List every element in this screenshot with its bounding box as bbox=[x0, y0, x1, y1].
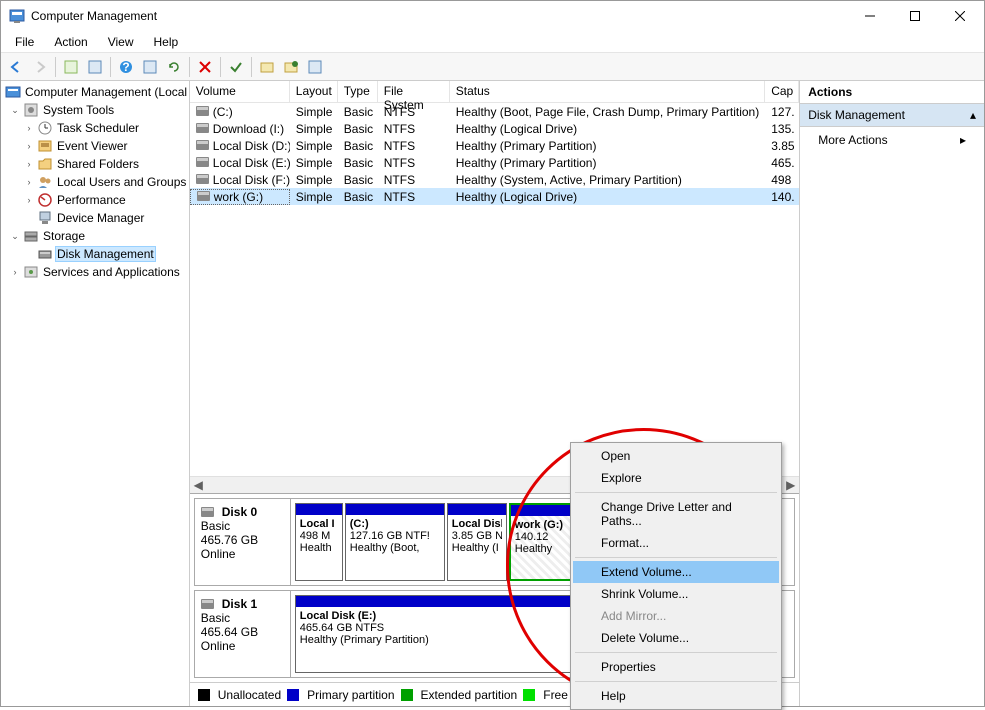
volume-icon bbox=[196, 106, 209, 116]
close-button[interactable] bbox=[937, 2, 982, 30]
tree-root[interactable]: Computer Management (Local bbox=[1, 83, 189, 101]
tree-shared-folders[interactable]: ›Shared Folders bbox=[1, 155, 189, 173]
volume-icon bbox=[197, 191, 210, 201]
menu-view[interactable]: View bbox=[100, 33, 142, 51]
volume-row[interactable]: (C:)SimpleBasicNTFSHealthy (Boot, Page F… bbox=[190, 103, 799, 120]
toolbar: ? bbox=[1, 53, 984, 81]
partition[interactable]: Local Disl3.85 GB NHealthy (I bbox=[447, 503, 507, 581]
refresh-icon[interactable] bbox=[163, 56, 185, 78]
expand-icon[interactable]: › bbox=[23, 158, 35, 170]
volume-row[interactable]: work (G:)SimpleBasicNTFSHealthy (Logical… bbox=[190, 188, 799, 205]
col-status[interactable]: Status bbox=[450, 81, 765, 102]
volume-icon bbox=[196, 140, 209, 150]
check-icon[interactable] bbox=[225, 56, 247, 78]
volume-icon bbox=[196, 157, 209, 167]
menu-file[interactable]: File bbox=[7, 33, 42, 51]
svg-text:?: ? bbox=[122, 60, 129, 74]
title-bar: Computer Management bbox=[1, 1, 984, 31]
toolbar-icon[interactable] bbox=[304, 56, 326, 78]
toolbar-icon[interactable] bbox=[139, 56, 161, 78]
toolbar-icon[interactable] bbox=[256, 56, 278, 78]
back-button[interactable] bbox=[5, 56, 27, 78]
minimize-button[interactable] bbox=[847, 2, 892, 30]
ctx-properties[interactable]: Properties bbox=[573, 656, 779, 678]
volume-icon bbox=[196, 123, 209, 133]
actions-diskmanagement[interactable]: Disk Management▴ bbox=[800, 104, 984, 127]
collapse-icon: ▴ bbox=[970, 108, 976, 122]
tree-device-manager[interactable]: Device Manager bbox=[1, 209, 189, 227]
help-icon[interactable]: ? bbox=[115, 56, 137, 78]
ctx-explore[interactable]: Explore bbox=[573, 467, 779, 489]
scroll-left-icon[interactable]: ◀ bbox=[190, 477, 207, 494]
tree-system-tools[interactable]: ⌄System Tools bbox=[1, 101, 189, 119]
scroll-right-icon[interactable]: ▶ bbox=[782, 477, 799, 494]
col-layout[interactable]: Layout bbox=[290, 81, 338, 102]
menu-help[interactable]: Help bbox=[146, 33, 187, 51]
menu-action[interactable]: Action bbox=[46, 33, 95, 51]
ctx-extend-volume[interactable]: Extend Volume... bbox=[573, 561, 779, 583]
toolbar-icon[interactable] bbox=[84, 56, 106, 78]
disk-icon bbox=[201, 599, 214, 609]
disk-icon bbox=[201, 507, 214, 517]
actions-pane: Actions Disk Management▴ More Actions▸ bbox=[800, 81, 984, 706]
volume-list-header: Volume Layout Type File System Status Ca… bbox=[190, 81, 799, 103]
tree-event-viewer[interactable]: ›Event Viewer bbox=[1, 137, 189, 155]
expand-icon[interactable]: › bbox=[23, 140, 35, 152]
volume-row[interactable]: Local Disk (E:)SimpleBasicNTFSHealthy (P… bbox=[190, 154, 799, 171]
actions-more[interactable]: More Actions▸ bbox=[800, 127, 984, 153]
toolbar-icon[interactable] bbox=[280, 56, 302, 78]
ctx-change-letter[interactable]: Change Drive Letter and Paths... bbox=[573, 496, 779, 532]
col-volume[interactable]: Volume bbox=[190, 81, 290, 102]
legend-square bbox=[287, 689, 299, 701]
volume-icon bbox=[196, 174, 209, 184]
tree-local-users[interactable]: ›Local Users and Groups bbox=[1, 173, 189, 191]
legend-square bbox=[401, 689, 413, 701]
window-title: Computer Management bbox=[31, 9, 847, 23]
expand-icon: ▸ bbox=[960, 133, 966, 147]
maximize-button[interactable] bbox=[892, 2, 937, 30]
ctx-shrink-volume[interactable]: Shrink Volume... bbox=[573, 583, 779, 605]
ctx-help[interactable]: Help bbox=[573, 685, 779, 707]
collapse-icon[interactable]: ⌄ bbox=[9, 104, 21, 116]
tree-disk-management[interactable]: Disk Management bbox=[1, 245, 189, 263]
delete-icon[interactable] bbox=[194, 56, 216, 78]
volume-row[interactable]: Local Disk (D:)SimpleBasicNTFSHealthy (P… bbox=[190, 137, 799, 154]
col-fs[interactable]: File System bbox=[378, 81, 450, 102]
volume-list[interactable]: (C:)SimpleBasicNTFSHealthy (Boot, Page F… bbox=[190, 103, 799, 476]
tree-task-scheduler[interactable]: ›Task Scheduler bbox=[1, 119, 189, 137]
menu-bar: File Action View Help bbox=[1, 31, 984, 53]
disk-info: Disk 0 Basic 465.76 GB Online bbox=[195, 499, 291, 585]
tree-services[interactable]: ›Services and Applications bbox=[1, 263, 189, 281]
expand-icon[interactable]: › bbox=[23, 194, 35, 206]
app-icon bbox=[9, 8, 25, 24]
legend-square bbox=[198, 689, 210, 701]
col-type[interactable]: Type bbox=[338, 81, 378, 102]
legend-square bbox=[523, 689, 535, 701]
volume-row[interactable]: Local Disk (F:)SimpleBasicNTFSHealthy (S… bbox=[190, 171, 799, 188]
partition[interactable]: (C:)127.16 GB NTF!Healthy (Boot, bbox=[345, 503, 445, 581]
tree-storage[interactable]: ⌄Storage bbox=[1, 227, 189, 245]
ctx-add-mirror: Add Mirror... bbox=[573, 605, 779, 627]
expand-icon[interactable]: › bbox=[23, 176, 35, 188]
console-tree[interactable]: Computer Management (Local ⌄System Tools… bbox=[1, 81, 190, 706]
ctx-open[interactable]: Open bbox=[573, 445, 779, 467]
disk-info: Disk 1 Basic 465.64 GB Online bbox=[195, 591, 291, 677]
forward-button[interactable] bbox=[29, 56, 51, 78]
context-menu: Open Explore Change Drive Letter and Pat… bbox=[570, 442, 782, 710]
collapse-icon[interactable]: ⌄ bbox=[9, 230, 21, 242]
ctx-delete-volume[interactable]: Delete Volume... bbox=[573, 627, 779, 649]
partition[interactable]: Local I498 MHealth bbox=[295, 503, 343, 581]
col-capacity[interactable]: Cap bbox=[765, 81, 799, 102]
toolbar-icon[interactable] bbox=[60, 56, 82, 78]
volume-row[interactable]: Download (I:)SimpleBasicNTFSHealthy (Log… bbox=[190, 120, 799, 137]
ctx-format[interactable]: Format... bbox=[573, 532, 779, 554]
expand-icon[interactable]: › bbox=[9, 266, 21, 278]
expand-icon[interactable]: › bbox=[23, 122, 35, 134]
tree-performance[interactable]: ›Performance bbox=[1, 191, 189, 209]
actions-header: Actions bbox=[800, 81, 984, 104]
